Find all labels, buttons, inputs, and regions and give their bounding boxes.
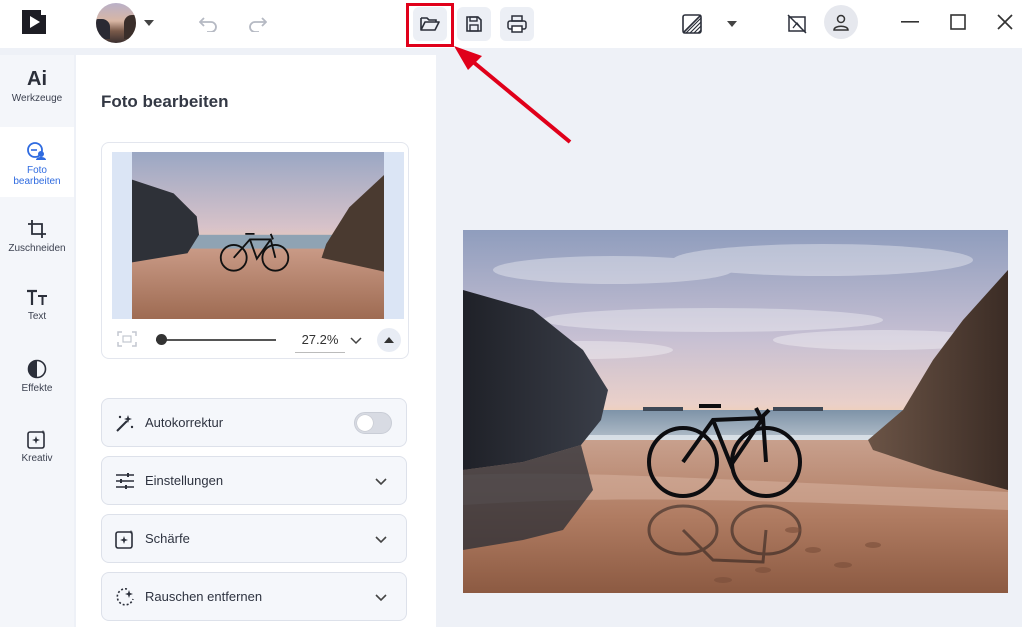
rail-item-label: Zuschneiden [8,243,66,254]
rail-item-label: Effekte [21,383,53,394]
sharpen-icon [114,528,136,550]
rail-item-effekte[interactable]: Effekte [0,345,74,415]
close-icon [997,14,1013,30]
chevron-up-icon [384,337,394,343]
app-logo-icon [20,8,48,36]
crop-off-icon [787,14,807,34]
tool-rail: Ai Werkzeuge Foto bearbeiten Zuschneiden… [0,55,74,627]
rail-item-foto-bearbeiten[interactable]: Foto bearbeiten [0,127,74,197]
chevron-down-icon [727,21,737,27]
chevron-down-icon [144,20,154,26]
navigator-card: 27.2% [101,142,409,359]
section-label: Rauschen entfernen [145,589,263,604]
chevron-down-icon [375,477,387,485]
redo-button[interactable] [244,10,270,36]
zoom-dropdown[interactable] [350,331,366,351]
window-maximize-button[interactable] [944,8,972,36]
fit-screen-icon [117,331,137,347]
maximize-icon [950,14,966,30]
section-label: Einstellungen [145,473,224,488]
zoom-value[interactable]: 27.2% [295,329,345,353]
open-button-highlight [406,3,454,47]
rail-item-kreativ[interactable]: Kreativ [0,415,74,485]
window-close-button[interactable] [991,8,1019,36]
creative-icon [27,430,45,449]
edited-photo[interactable] [463,230,1008,593]
window-minimize-button[interactable] [896,8,924,36]
navigator-preview-image [132,152,384,319]
section-label: Schärfe [145,531,190,546]
sliders-icon [114,470,136,492]
compare-view-button[interactable] [678,10,706,38]
annotation-arrow [454,46,572,144]
compare-dropdown[interactable] [722,14,742,34]
section-autokorrektur[interactable]: Autokorrektur [101,398,407,447]
chevron-down-icon [375,535,387,543]
redo-icon [249,17,267,32]
top-bar [0,0,1022,48]
print-icon [507,15,527,33]
rail-item-zuschneiden[interactable]: Zuschneiden [0,205,74,275]
zoom-slider-handle[interactable] [156,334,167,345]
rail-item-text[interactable]: Text [0,275,74,345]
save-button[interactable] [457,7,491,41]
chevron-down-icon [375,593,387,601]
rail-item-werkzeuge[interactable]: Ai Werkzeuge [0,55,74,125]
autokorrektur-toggle[interactable] [354,411,392,434]
fit-to-screen-button[interactable] [117,331,137,351]
chevron-down-icon [350,337,362,345]
section-schaerfe[interactable]: Schärfe [101,514,407,563]
user-icon [833,14,849,31]
crop-icon [28,220,46,238]
print-button[interactable] [500,7,534,41]
save-icon [466,16,482,32]
section-label: Autokorrektur [145,415,224,430]
rail-item-label: Foto bearbeiten [13,165,61,187]
undo-button[interactable] [196,10,222,36]
section-rauschen-entfernen[interactable]: Rauschen entfernen [101,572,407,621]
photo-edit-icon [27,142,46,160]
collapse-navigator-button[interactable] [377,328,401,352]
rail-item-label: Werkzeuge [11,93,63,104]
rail-item-label: Kreativ [21,453,53,464]
undo-icon [199,17,217,32]
effects-icon [27,359,47,379]
panel-title: Foto bearbeiten [101,92,229,111]
ai-icon: Ai [27,68,47,90]
text-icon [27,289,47,305]
project-thumbnail [96,3,136,43]
rail-item-label: Text [27,311,47,322]
edit-panel: Foto bearbeiten 27.2% Autokorrektur Eins… [76,55,436,627]
navigator-frame[interactable] [112,152,404,319]
section-einstellungen[interactable]: Einstellungen [101,456,407,505]
denoise-icon [114,586,136,608]
magic-wand-icon [114,412,136,434]
zoom-slider-track[interactable] [156,339,276,341]
user-account-button[interactable] [824,5,858,39]
compare-icon [682,14,702,34]
minimize-icon [901,21,919,23]
project-thumbnail-dropdown[interactable] [92,3,158,43]
crop-off-button[interactable] [783,10,811,38]
